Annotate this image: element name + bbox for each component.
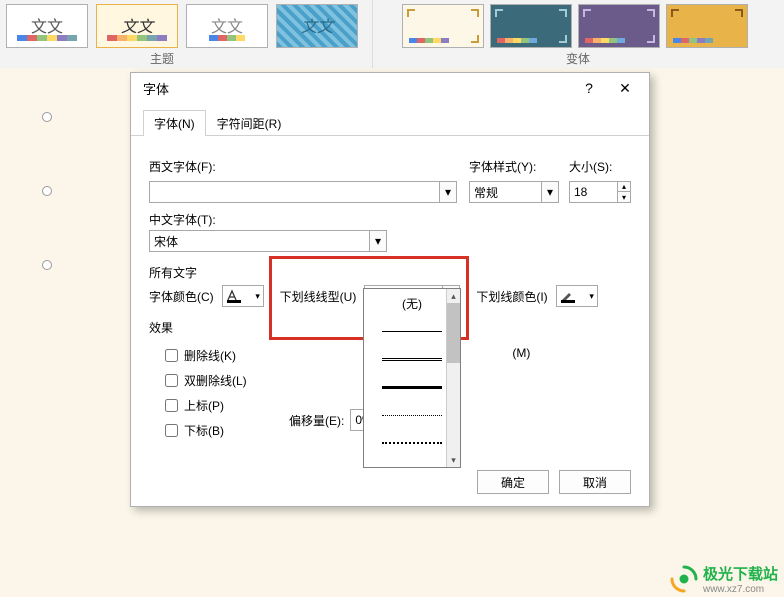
tab-font[interactable]: 字体(N) xyxy=(143,110,206,136)
font-size-label: 大小(S): xyxy=(569,158,631,175)
chevron-down-icon[interactable]: ▾ xyxy=(541,181,559,203)
dialog-tabs: 字体(N) 字符间距(R) xyxy=(131,103,649,136)
chevron-down-icon[interactable]: ▾ xyxy=(439,181,457,203)
double-strikethrough-checkbox[interactable]: 双删除线(L) xyxy=(161,371,289,390)
strikethrough-checkbox[interactable]: 删除线(K) xyxy=(161,346,289,365)
theme-thumbnails: 文文 文文 文文 文文 主题 xyxy=(0,0,372,68)
western-font-label: 西文字体(F): xyxy=(149,158,457,175)
western-font-input[interactable] xyxy=(149,181,439,203)
underline-color-button[interactable]: ▾ xyxy=(556,285,598,307)
offset-label: 偏移量(E): xyxy=(289,412,344,429)
dropdown-scrollbar[interactable]: ▴ ▾ xyxy=(446,289,460,467)
western-font-combo[interactable]: ▾ xyxy=(149,181,457,203)
variant-thumbnails: 变体 xyxy=(396,0,760,68)
help-button[interactable]: ? xyxy=(571,76,607,100)
dialog-title: 字体 xyxy=(143,79,571,98)
scroll-down-icon[interactable]: ▾ xyxy=(447,453,460,467)
tab-spacing[interactable]: 字符间距(R) xyxy=(206,110,293,136)
scroll-up-icon[interactable]: ▴ xyxy=(447,289,460,303)
equalize-label: (M) xyxy=(512,346,530,360)
underline-type-label: 下划线线型(U) xyxy=(280,288,357,305)
spinner-down-icon[interactable]: ▾ xyxy=(617,192,631,203)
variant-thumb-1[interactable] xyxy=(402,4,484,48)
theme-thumb-4[interactable]: 文文 xyxy=(276,4,358,48)
variant-thumb-3[interactable] xyxy=(578,4,660,48)
theme-thumb-1[interactable]: 文文 xyxy=(6,4,88,48)
font-color-label: 字体颜色(C) xyxy=(149,288,214,305)
underline-color-label: 下划线颜色(I) xyxy=(476,288,547,305)
theme-thumb-2[interactable]: 文文 xyxy=(96,4,178,48)
font-style-label: 字体样式(Y): xyxy=(469,158,559,175)
dialog-body: 西文字体(F): 字体样式(Y): 大小(S): ▾ 常规 ▾ 18 ▴ xyxy=(131,136,649,506)
themes-group-label: 主题 xyxy=(150,50,174,67)
ok-button[interactable]: 确定 xyxy=(477,470,549,494)
superscript-checkbox[interactable]: 上标(P) xyxy=(161,396,289,415)
close-button[interactable]: ✕ xyxy=(607,76,643,100)
variants-group-label: 变体 xyxy=(566,50,590,67)
font-dialog: 字体 ? ✕ 字体(N) 字符间距(R) 西文字体(F): 字体样式(Y): 大… xyxy=(130,72,650,507)
font-size-value[interactable]: 18 xyxy=(569,181,617,203)
spinner-up-icon[interactable]: ▴ xyxy=(617,181,631,192)
chevron-down-icon[interactable]: ▾ xyxy=(369,230,387,252)
variant-thumb-2[interactable] xyxy=(490,4,572,48)
all-text-label: 所有文字 xyxy=(149,264,631,281)
subscript-checkbox[interactable]: 下标(B) xyxy=(161,421,289,440)
chinese-font-value[interactable]: 宋体 xyxy=(149,230,369,252)
dialog-footer: 确定 取消 xyxy=(477,470,631,494)
font-style-combo[interactable]: 常规 ▾ xyxy=(469,181,559,203)
variant-thumb-4[interactable] xyxy=(666,4,748,48)
chinese-font-combo[interactable]: 宋体 ▾ xyxy=(149,230,387,252)
scroll-thumb[interactable] xyxy=(447,303,460,363)
font-color-button[interactable]: ▾ xyxy=(222,285,264,307)
logo-icon xyxy=(669,564,699,594)
theme-thumb-3[interactable]: 文文 xyxy=(186,4,268,48)
ribbon: 文文 文文 文文 文文 主题 xyxy=(0,0,784,68)
placeholder-handle[interactable] xyxy=(42,260,52,270)
font-size-spinner[interactable]: 18 ▴ ▾ xyxy=(569,181,631,203)
chinese-font-label: 中文字体(T): xyxy=(149,211,631,228)
underline-dropdown-list[interactable]: (无) ▴ ▾ xyxy=(363,288,461,468)
placeholder-handle[interactable] xyxy=(42,112,52,122)
watermark: 极光下载站 www.xz7.com xyxy=(669,563,778,595)
placeholder-handle[interactable] xyxy=(42,186,52,196)
cancel-button[interactable]: 取消 xyxy=(559,470,631,494)
font-style-value[interactable]: 常规 xyxy=(469,181,541,203)
dialog-titlebar: 字体 ? ✕ xyxy=(131,73,649,103)
